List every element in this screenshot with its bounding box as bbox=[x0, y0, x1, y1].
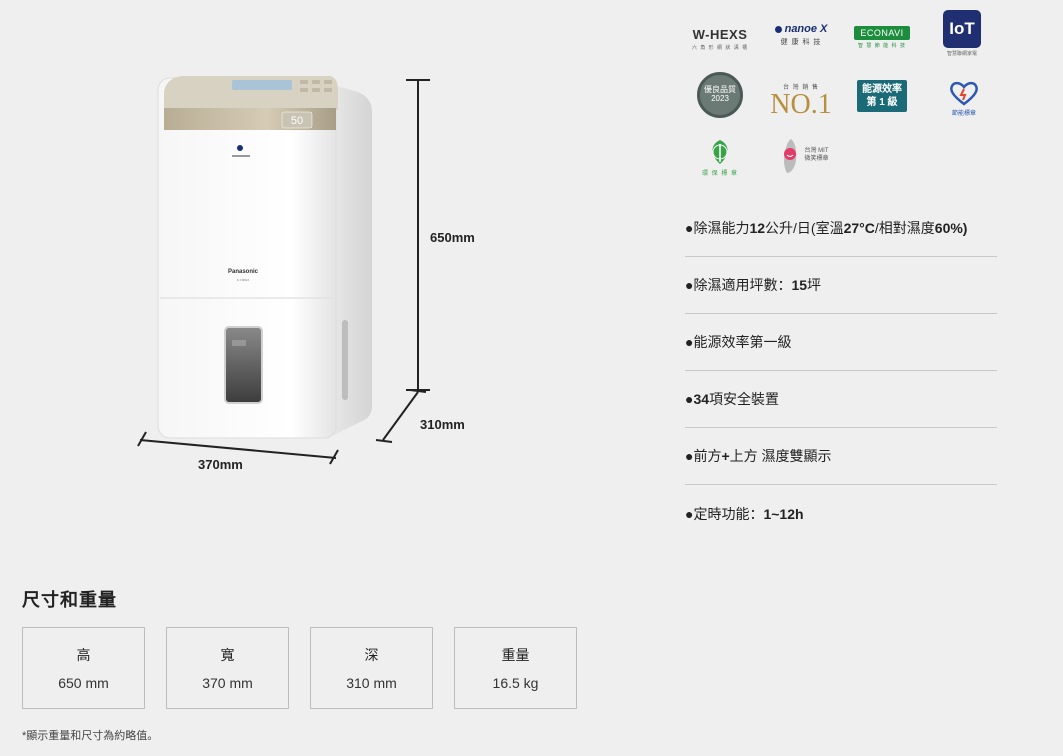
spec-value: 310 mm bbox=[346, 675, 397, 691]
feature-item-dual-display: ●前方 + 上方 濕度雙顯示 bbox=[685, 428, 997, 485]
green-leaf-icon bbox=[712, 140, 728, 164]
mit-smile-badge: 台灣 MIT 微笑標章 bbox=[776, 138, 832, 174]
humidity-reading: 50 bbox=[291, 115, 303, 127]
nanoe-badge: nanoe X 健 康 科 技 bbox=[764, 23, 838, 47]
whexs-badge: W-HEXS 六 角 形 網 狀 溝 槽 bbox=[688, 27, 752, 51]
specs-section-title: 尺寸和重量 bbox=[22, 590, 117, 610]
specs-footnote: *顯示重量和尺寸為約略值。 bbox=[22, 730, 159, 742]
econavi-badge: ECONAVI 智 慧 節 能 科 技 bbox=[850, 26, 914, 49]
iot-caption: 智慧聯網家電 bbox=[946, 51, 977, 57]
award-title: 優良品質 bbox=[704, 85, 736, 95]
spec-value: 370 mm bbox=[202, 675, 253, 691]
energy-saving-label-badge: 節能標章 bbox=[944, 80, 984, 117]
feature-list: ●除濕能力 12 公升/日(室溫 27°C/相對濕度 60%) ●除濕適用坪數： 15 坪 … bbox=[685, 200, 997, 542]
side-handle bbox=[342, 320, 348, 400]
feature-item-capacity: ●除濕能力 12 公升/日(室溫 27°C/相對濕度 60%) bbox=[685, 200, 997, 257]
award-year: 2023 bbox=[711, 94, 729, 103]
nanoe-caption: 健 康 科 技 bbox=[780, 39, 822, 46]
feature-item-safety: ● 34 項安全裝置 bbox=[685, 371, 997, 428]
spec-label: 寬 bbox=[220, 647, 235, 663]
whexs-logo: W-HEXS bbox=[692, 27, 748, 42]
spec-card-height: 高 650 mm bbox=[22, 627, 145, 709]
econavi-logo: ECONAVI bbox=[854, 26, 910, 40]
mit-line1: 台灣 MIT bbox=[804, 148, 829, 155]
spec-value: 650 mm bbox=[58, 675, 109, 691]
spec-label: 高 bbox=[76, 647, 91, 663]
spec-label: 重量 bbox=[501, 647, 530, 663]
energy-line2: 第 1 級 bbox=[866, 97, 898, 108]
spec-cards: 高 650 mm 寬 370 mm 深 310 mm 重量 16.5 kg bbox=[22, 627, 577, 709]
no1-logo: NO.1 bbox=[770, 89, 832, 120]
mit-line2: 微笑標章 bbox=[804, 156, 829, 162]
econavi-caption: 智 慧 節 能 科 技 bbox=[858, 43, 906, 49]
depth-dimension-label: 310mm bbox=[420, 417, 465, 432]
model-label: F-Y28GX bbox=[237, 278, 250, 282]
feature-item-energy-grade: ●能源效率第一級 bbox=[685, 314, 997, 371]
brand-label: Panasonic bbox=[228, 269, 259, 275]
eco-caption: 環 保 標 章 bbox=[701, 171, 738, 177]
eco-label-badge: 環 保 標 章 bbox=[700, 138, 740, 177]
sales-no1-badge: 台 灣 銷 售 NO.1 bbox=[770, 80, 832, 119]
iot-logo: IoT bbox=[943, 10, 981, 48]
feature-item-timer: ●定時功能： 1~12h bbox=[685, 505, 804, 522]
spec-card-depth: 深 310 mm bbox=[310, 627, 433, 709]
dehumidifier-drawing: 50 Panasonic F-Y28GX bbox=[137, 76, 430, 465]
spec-card-weight: 重量 16.5 kg bbox=[454, 627, 577, 709]
quality-award-badge: 優良品質 2023 bbox=[694, 72, 746, 118]
nanoe-logo-icon bbox=[237, 145, 243, 151]
nanoe-logo: nanoe X bbox=[784, 23, 828, 35]
spec-label: 深 bbox=[364, 647, 379, 663]
iot-badge: IoT 智慧聯網家電 bbox=[936, 10, 988, 57]
spec-card-width: 寬 370 mm bbox=[166, 627, 289, 709]
nanoe-dot-icon bbox=[774, 25, 782, 33]
spec-value: 16.5 kg bbox=[492, 675, 539, 691]
water-level-window bbox=[224, 326, 263, 404]
energy-efficiency-badge: 能源效率 第 1 級 bbox=[856, 80, 908, 112]
taiwan-smile-icon bbox=[784, 139, 797, 173]
height-dimension-label: 650mm bbox=[430, 230, 475, 245]
saving-caption: 節能標章 bbox=[951, 111, 976, 117]
width-dimension-label: 370mm bbox=[198, 457, 243, 472]
heart-plug-icon bbox=[950, 81, 978, 106]
feature-item-coverage: ●除濕適用坪數： 15 坪 bbox=[685, 257, 997, 314]
energy-line1: 能源效率 bbox=[862, 84, 902, 95]
whexs-caption: 六 角 形 網 狀 溝 槽 bbox=[691, 45, 749, 51]
product-illustration: 50 Panasonic F-Y28GX 650mm 310mm 370mm bbox=[0, 0, 520, 560]
